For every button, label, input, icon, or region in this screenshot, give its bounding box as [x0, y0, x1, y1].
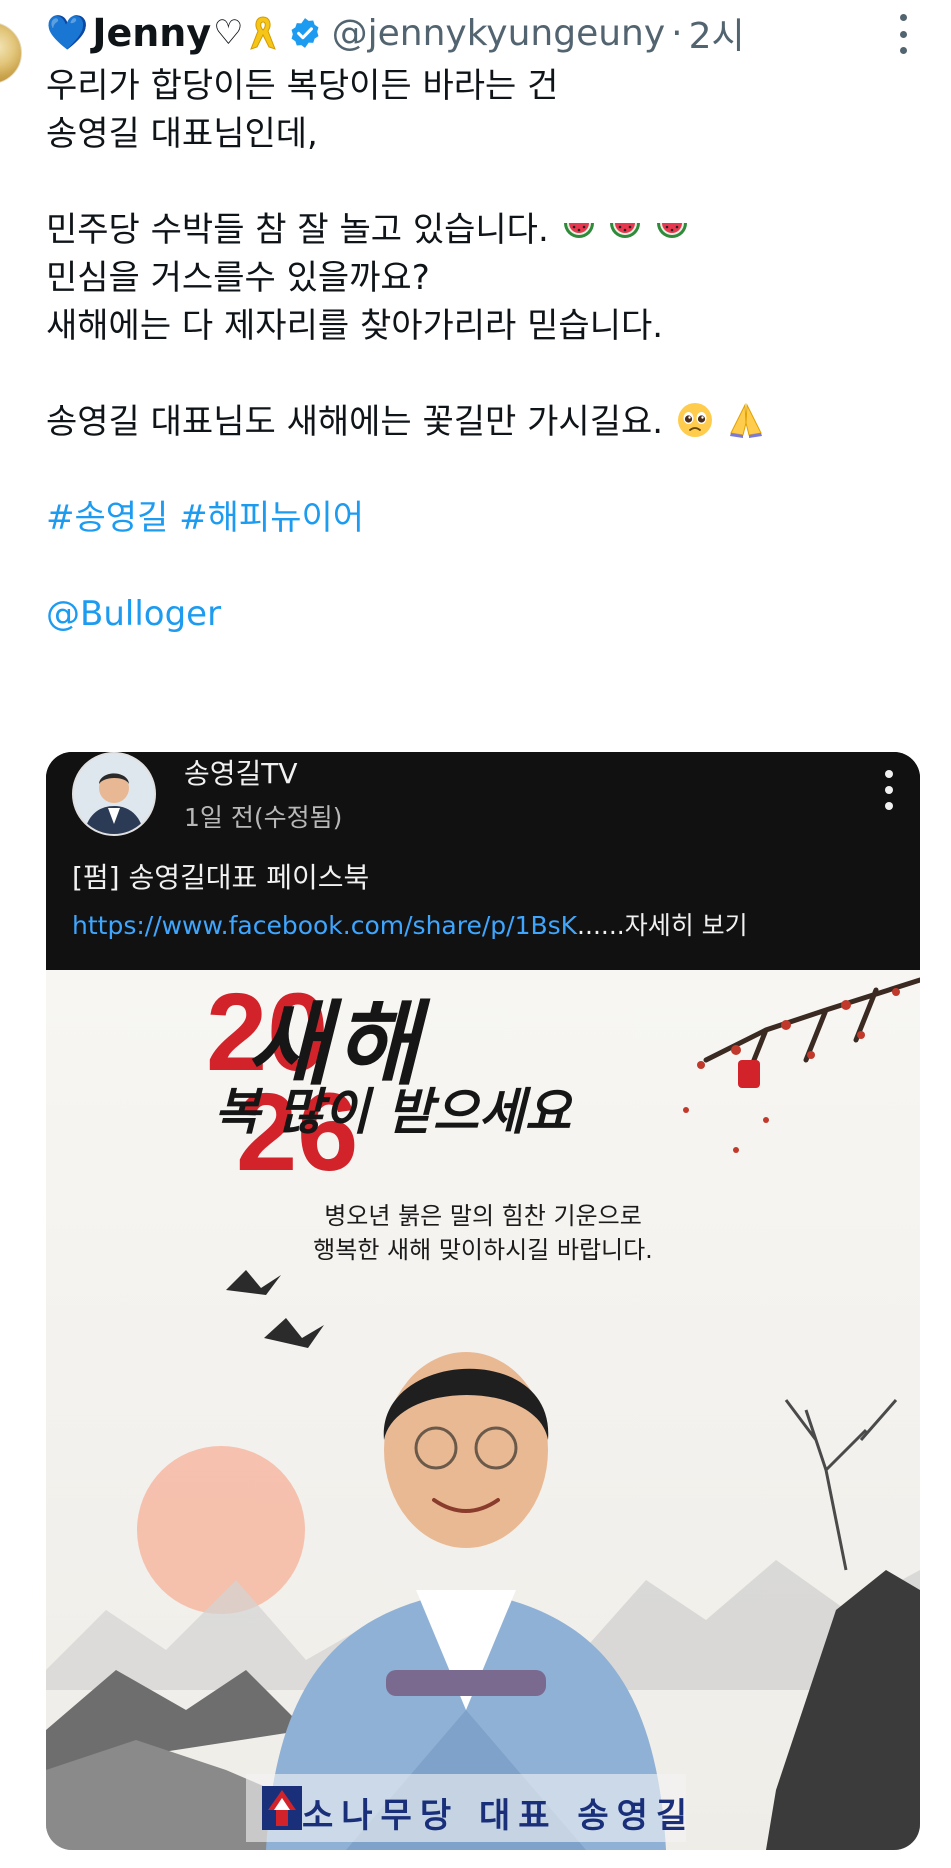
folded-hands-emoji [729, 403, 762, 438]
hashtag-link[interactable]: #해피뉴이어 [179, 498, 364, 538]
party-banner: 소나무당 대표 송영길 [302, 1796, 696, 1836]
mention-line: @Bulloger [46, 590, 926, 638]
greeting-line-2: 행복한 새해 맞이하시길 바랍니다. [313, 1236, 653, 1264]
display-name[interactable]: Jenny [92, 11, 211, 55]
tweet-page: 💙 Jenny ♡ @jennykyungeuny · 2시 우리가 합당이든 … [0, 0, 951, 1868]
yellow-ribbon-icon [249, 16, 276, 50]
new-year-greeting-image[interactable]: 20 26 새해 복 많이 받으세요 병오년 붉은 말의 힘찬 기운으로 행복한… [46, 970, 920, 1850]
watermelon-emoji [657, 223, 688, 238]
tweet-text: 우리가 합당이든 복당이든 바라는 건 송영길 대표님인데, 민주당 수박들 참… [46, 62, 926, 638]
greeting-line-1: 병오년 붉은 말의 힘찬 기운으로 [324, 1202, 642, 1230]
text-line: 새해에는 다 제자리를 찾아가리라 믿습니다. [46, 306, 664, 346]
pleading-face-emoji [677, 403, 712, 437]
text-line: 송영길 대표님인데, [46, 114, 318, 154]
post-time: 1일 전(수정됨) [184, 803, 343, 832]
person-portrait-icon [74, 754, 154, 834]
white-heart-icon: ♡ [213, 13, 244, 53]
tweet-header: 💙 Jenny ♡ @jennykyungeuny · 2시 [46, 8, 891, 58]
card-header: 송영길TV 1일 전(수정됨) [펌] 송영길대표 페이스북 https://w… [46, 752, 920, 970]
card-link[interactable]: https://www.facebook.com/share/p/1BsK...… [72, 906, 748, 942]
hashtag-link[interactable]: #송영길 [46, 498, 168, 538]
timestamp[interactable]: 2시 [689, 7, 745, 59]
verified-badge-icon [291, 18, 319, 48]
user-handle[interactable]: @jennykyungeuny [332, 13, 666, 54]
greeting-subtitle: 복 많이 받으세요 [214, 1083, 571, 1141]
party-logo-icon [262, 1786, 302, 1830]
text-line-content: 민주당 수박들 참 잘 놀고 있습니다. [46, 210, 549, 250]
text-line-content: 송영길 대표님도 새해에는 꽃길만 가시길요. [46, 402, 664, 442]
channel-avatar[interactable] [72, 752, 156, 836]
facebook-url[interactable]: https://www.facebook.com/share/p/1BsK [72, 911, 577, 940]
more-options-icon[interactable] [897, 14, 909, 54]
watermelon-emoji [563, 223, 594, 238]
blue-heart-icon: 💙 [46, 13, 89, 53]
embedded-media-card[interactable]: 송영길TV 1일 전(수정됨) [펌] 송영길대표 페이스북 https://w… [46, 752, 920, 1850]
watermelon-emoji [610, 223, 641, 238]
card-title: [펌] 송영길대표 페이스북 [72, 861, 370, 894]
channel-name[interactable]: 송영길TV [184, 752, 298, 792]
user-avatar[interactable] [0, 22, 22, 84]
hashtags-line: #송영길 #해피뉴이어 [46, 494, 926, 542]
text-line: 민심을 거스를수 있을까요? [46, 258, 430, 298]
see-more-link[interactable]: ......자세히 보기 [577, 911, 748, 940]
text-line: 송영길 대표님도 새해에는 꽃길만 가시길요. [46, 398, 926, 446]
text-line: 우리가 합당이든 복당이든 바라는 건 [46, 66, 559, 106]
text-line: 민주당 수박들 참 잘 놀고 있습니다. [46, 206, 926, 254]
card-more-options-icon[interactable] [884, 770, 894, 810]
separator: · [671, 12, 683, 54]
mention-link[interactable]: @Bulloger [46, 594, 221, 634]
